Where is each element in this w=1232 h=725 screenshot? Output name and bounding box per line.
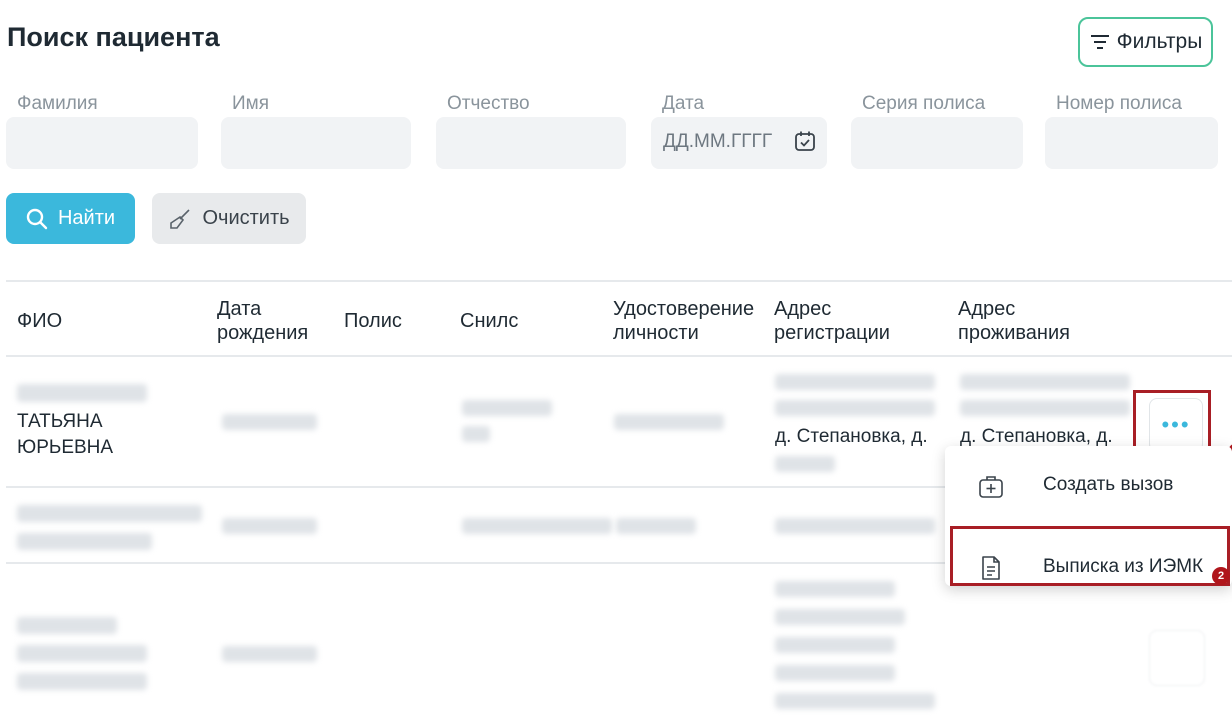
col-reg-address: Адрес регистрации <box>774 297 890 345</box>
fio-patronymic: ЮРЬЕВНА <box>17 437 114 458</box>
redacted-live-address-1 <box>960 374 1130 390</box>
redacted-reg-address-1 <box>775 581 895 597</box>
filter-lines-icon <box>1090 35 1109 49</box>
policy-series-label: Серия полиса <box>862 93 986 114</box>
clear-label: Очистить <box>202 207 290 229</box>
redacted-snils <box>462 400 552 416</box>
redacted-reg-address-2 <box>775 400 935 416</box>
redacted-birthdate <box>222 518 317 534</box>
firstname-label: Имя <box>232 93 270 114</box>
search-icon <box>26 208 48 229</box>
col-birth-date-line2: рождения <box>217 322 309 344</box>
redacted-reg-address-3 <box>775 637 895 653</box>
col-live-line2: проживания <box>958 322 1070 344</box>
redacted-fio-2 <box>17 645 147 662</box>
patronymic-input[interactable] <box>436 117 626 169</box>
redacted-reg-address-2 <box>775 609 905 625</box>
calendar-icon[interactable] <box>794 130 816 152</box>
redacted-fio-1 <box>17 617 117 634</box>
redacted-birthdate <box>222 646 317 662</box>
highlight-box-2 <box>950 526 1230 586</box>
redacted-live-address-2 <box>960 400 1130 416</box>
col-id-line2: личности <box>613 322 699 344</box>
policy-number-input[interactable] <box>1045 117 1218 169</box>
menu-item-create-call-label: Создать вызов <box>1043 474 1174 495</box>
redacted-reg-address-1 <box>775 374 935 390</box>
col-id-line1: Удостоверение <box>613 298 755 320</box>
clear-button[interactable]: Очистить <box>152 193 306 244</box>
filters-button[interactable]: Фильтры <box>1078 17 1213 67</box>
redacted-fio-2 <box>17 533 152 550</box>
col-live-address: Адрес проживания <box>958 297 1070 345</box>
patronymic-label: Отчество <box>447 93 530 114</box>
lastname-label: Фамилия <box>17 93 98 114</box>
lastname-input[interactable] <box>6 117 198 169</box>
col-id-document: Удостоверение личности <box>613 297 754 345</box>
redacted-fio-1 <box>17 505 202 522</box>
reg-address-visible: д. Степановка, д. <box>775 426 928 447</box>
col-policy: Полис <box>344 310 402 332</box>
header-divider <box>6 355 1232 357</box>
col-birth-date-line1: Дата <box>217 298 262 320</box>
redacted-reg-address-3 <box>775 456 835 472</box>
menu-item-create-call[interactable]: Создать вызов <box>945 450 1232 520</box>
redacted-reg-address <box>775 518 935 534</box>
row-actions-button[interactable] <box>1149 630 1205 686</box>
col-snils: Снилс <box>460 310 519 332</box>
redacted-snils-2 <box>462 426 490 442</box>
col-reg-line1: Адрес <box>774 298 832 320</box>
redacted-reg-address-4 <box>775 665 895 681</box>
date-label: Дата <box>662 93 705 114</box>
medical-case-icon <box>979 476 1003 498</box>
col-birth-date: Дата рождения <box>217 297 308 345</box>
step-badge-2: 2 <box>1212 567 1230 585</box>
fio-firstname: ТАТЬЯНА <box>17 411 103 432</box>
policy-series-input[interactable] <box>851 117 1023 169</box>
redacted-surname <box>17 384 147 402</box>
redacted-id-document <box>614 414 724 430</box>
date-input[interactable]: ДД.ММ.ГГГГ <box>651 117 827 169</box>
table-top-divider <box>6 280 1232 282</box>
policy-number-label: Номер полиса <box>1056 93 1182 114</box>
date-placeholder: ДД.ММ.ГГГГ <box>663 131 773 152</box>
redacted-id-document <box>616 518 696 534</box>
redacted-birthdate <box>222 414 317 430</box>
find-button[interactable]: Найти <box>6 193 135 244</box>
col-live-line1: Адрес <box>958 298 1016 320</box>
col-fio: ФИО <box>17 310 63 332</box>
redacted-reg-address-5 <box>775 693 935 709</box>
find-label: Найти <box>57 207 116 229</box>
broom-icon <box>170 208 191 229</box>
redacted-fio-3 <box>17 673 147 690</box>
filters-label: Фильтры <box>1116 30 1203 53</box>
col-reg-line2: регистрации <box>774 322 890 344</box>
redacted-snils <box>462 518 612 534</box>
page-title: Поиск пациента <box>7 22 220 52</box>
firstname-input[interactable] <box>221 117 411 169</box>
